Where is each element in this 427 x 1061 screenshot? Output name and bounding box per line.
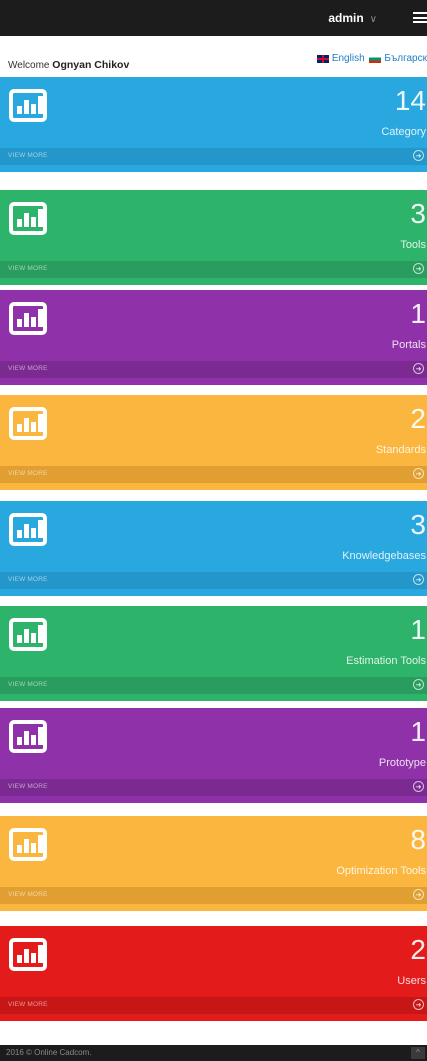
- stat-card-knowledgebases[interactable]: 3 Knowledgebases VIEW MORE ➜: [0, 501, 427, 596]
- stat-card-category[interactable]: 14 Category VIEW MORE ➜: [0, 77, 427, 172]
- stat-label: Knowledgebases: [342, 550, 426, 562]
- view-more-link[interactable]: VIEW MORE ➜: [0, 572, 427, 589]
- stat-count: 1: [410, 716, 426, 747]
- view-more-label: VIEW MORE: [8, 152, 48, 159]
- arrow-right-circle-icon: ➜: [413, 263, 424, 274]
- bar-chart-icon: [9, 89, 47, 122]
- view-more-link[interactable]: VIEW MORE ➜: [0, 677, 427, 694]
- stat-count: 2: [410, 403, 426, 434]
- view-more-label: VIEW MORE: [8, 1001, 48, 1008]
- view-more-link[interactable]: VIEW MORE ➜: [0, 887, 427, 904]
- arrow-right-circle-icon: ➜: [413, 679, 424, 690]
- bar-chart-icon: [9, 202, 47, 235]
- stat-card-estimation-tools[interactable]: 1 Estimation Tools VIEW MORE ➜: [0, 606, 427, 701]
- hamburger-icon[interactable]: [413, 12, 427, 23]
- view-more-link[interactable]: VIEW MORE ➜: [0, 261, 427, 278]
- stat-count: 1: [410, 298, 426, 329]
- page-footer: 2016 © Online Cadcom. ^: [0, 1045, 427, 1061]
- view-more-link[interactable]: VIEW MORE ➜: [0, 779, 427, 796]
- welcome-message: Welcome Ognyan Chikov: [8, 59, 129, 71]
- stat-label: Estimation Tools: [346, 655, 426, 667]
- copyright-text: 2016 © Online Cadcom.: [6, 1048, 92, 1057]
- stat-count: 1: [410, 614, 426, 645]
- stat-card-users[interactable]: 2 Users VIEW MORE ➜: [0, 926, 427, 1021]
- bar-chart-icon: [9, 828, 47, 861]
- user-menu[interactable]: admin ∨: [328, 11, 377, 25]
- welcome-prefix: Welcome: [8, 60, 50, 71]
- bg-flag-icon: [369, 54, 382, 63]
- arrow-right-circle-icon: ➜: [413, 781, 424, 792]
- view-more-link[interactable]: VIEW MORE ➜: [0, 148, 427, 165]
- arrow-right-circle-icon: ➜: [413, 889, 424, 900]
- view-more-link[interactable]: VIEW MORE ➜: [0, 361, 427, 378]
- language-english-link[interactable]: English: [316, 53, 365, 64]
- stat-count: 3: [410, 509, 426, 540]
- bar-chart-icon: [9, 407, 47, 440]
- bar-chart-icon: [9, 618, 47, 651]
- uk-flag-icon: [316, 54, 329, 63]
- arrow-right-circle-icon: ➜: [413, 363, 424, 374]
- language-bulgarian-label: Българск: [384, 53, 427, 64]
- bar-chart-icon: [9, 302, 47, 335]
- view-more-label: VIEW MORE: [8, 265, 48, 272]
- stat-card-tools[interactable]: 3 Tools VIEW MORE ➜: [0, 190, 427, 285]
- stat-label: Portals: [391, 339, 426, 351]
- arrow-right-circle-icon: ➜: [413, 150, 424, 161]
- user-menu-label: admin: [328, 11, 364, 25]
- arrow-right-circle-icon: ➜: [413, 468, 424, 479]
- language-bulgarian-link[interactable]: Българск: [367, 53, 427, 64]
- stat-label: Tools: [400, 239, 426, 251]
- language-switcher: English Българск: [316, 53, 427, 66]
- view-more-label: VIEW MORE: [8, 891, 48, 898]
- bar-chart-icon: [9, 720, 47, 753]
- chevron-down-icon: ∨: [369, 14, 377, 25]
- top-navbar: admin ∨: [0, 0, 427, 36]
- stat-card-standards[interactable]: 2 Standards VIEW MORE ➜: [0, 395, 427, 490]
- stat-count: 8: [410, 824, 426, 855]
- arrow-right-circle-icon: ➜: [413, 574, 424, 585]
- stat-card-prototype[interactable]: 1 Prototype VIEW MORE ➜: [0, 708, 427, 803]
- stat-count: 2: [410, 934, 426, 965]
- chevron-up-icon[interactable]: ^: [411, 1047, 425, 1059]
- view-more-link[interactable]: VIEW MORE ➜: [0, 466, 427, 483]
- stat-label: Optimization Tools: [336, 865, 426, 877]
- stat-label: Standards: [375, 444, 426, 456]
- view-more-link[interactable]: VIEW MORE ➜: [0, 997, 427, 1014]
- stat-label: Users: [397, 975, 426, 987]
- bar-chart-icon: [9, 938, 47, 971]
- stat-count: 3: [410, 198, 426, 229]
- view-more-label: VIEW MORE: [8, 576, 48, 583]
- stat-card-portals[interactable]: 1 Portals VIEW MORE ➜: [0, 290, 427, 385]
- arrow-right-circle-icon: ➜: [413, 999, 424, 1010]
- stat-card-optimization-tools[interactable]: 8 Optimization Tools VIEW MORE ➜: [0, 816, 427, 911]
- view-more-label: VIEW MORE: [8, 365, 48, 372]
- bar-chart-icon: [9, 513, 47, 546]
- welcome-user-name: Ognyan Chikov: [52, 59, 130, 71]
- stat-count: 14: [394, 85, 426, 116]
- language-english-label: English: [331, 53, 365, 64]
- view-more-label: VIEW MORE: [8, 470, 48, 477]
- stat-label: Prototype: [378, 757, 426, 769]
- stat-label: Category: [381, 126, 426, 138]
- view-more-label: VIEW MORE: [8, 681, 48, 688]
- view-more-label: VIEW MORE: [8, 783, 48, 790]
